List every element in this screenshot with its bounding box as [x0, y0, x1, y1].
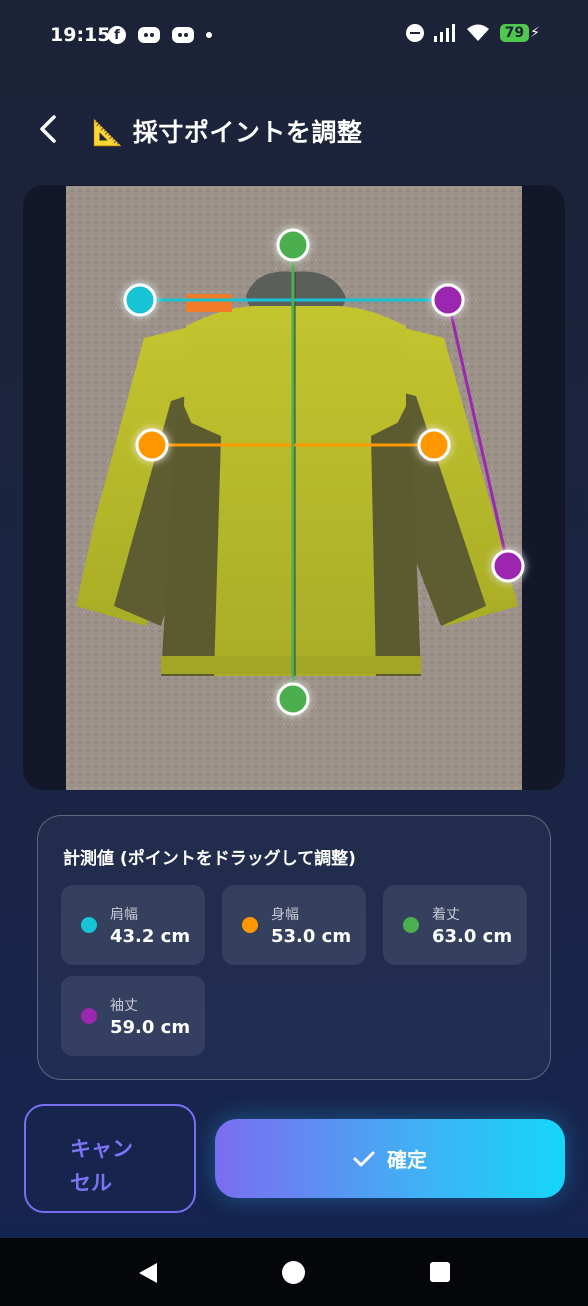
shoulder-left-handle[interactable] — [123, 283, 157, 317]
nav-back-button[interactable] — [136, 1261, 160, 1285]
length-color-dot — [403, 917, 419, 933]
confirm-button[interactable]: 確定 — [215, 1119, 565, 1198]
length-top-handle[interactable] — [276, 228, 310, 262]
measurements-card: 計測値 (ポイントをドラッグして調整) 肩幅 43.2 cm 身幅 53.0 c… — [37, 815, 551, 1080]
notification-icons: f — [108, 26, 212, 44]
measurement-label: 袖丈 — [110, 998, 138, 1014]
charging-icon: ⚡ — [530, 25, 540, 41]
sleeve-color-dot — [81, 1008, 97, 1024]
measurement-value: 63.0 cm — [432, 926, 513, 947]
chevron-left-icon — [40, 115, 56, 143]
measurement-value: 43.2 cm — [110, 926, 191, 947]
page-title: 📐 採寸ポイントを調整 — [92, 118, 363, 147]
more-notifications-icon — [206, 32, 212, 38]
body-width-color-dot — [242, 917, 258, 933]
chest-right-handle[interactable] — [417, 428, 451, 462]
status-time: 19:15 — [50, 24, 111, 46]
nav-recent-button[interactable] — [430, 1262, 450, 1282]
cancel-label: キャンセル — [70, 1137, 133, 1195]
confirm-label: 確定 — [387, 1148, 427, 1172]
chest-left-handle[interactable] — [135, 428, 169, 462]
status-bar: 19:15 f 79 ⚡ — [0, 0, 588, 72]
shoulder-color-dot — [81, 917, 97, 933]
measurement-shoulder: 肩幅 43.2 cm — [61, 885, 205, 965]
battery-level: 79 — [499, 24, 530, 42]
do-not-disturb-icon — [405, 24, 424, 42]
measurement-value: 59.0 cm — [110, 1017, 191, 1038]
length-bottom-handle[interactable] — [276, 682, 310, 716]
system-icons: 79 ⚡ — [405, 24, 540, 42]
measurement-label: 肩幅 — [110, 907, 138, 923]
measurement-label: 着丈 — [432, 907, 460, 923]
measurement-label: 身幅 — [271, 907, 299, 923]
back-button[interactable] — [32, 109, 68, 149]
sleeve-end-handle[interactable] — [491, 549, 525, 583]
wifi-icon — [466, 24, 489, 41]
measurement-body-width: 身幅 53.0 cm — [222, 885, 366, 965]
discord-icon — [138, 27, 160, 43]
facebook-icon: f — [108, 26, 126, 44]
cancel-button[interactable]: キャンセル — [24, 1104, 196, 1213]
signal-icon — [433, 24, 455, 42]
nav-home-button[interactable] — [282, 1261, 305, 1284]
measurements-title: 計測値 (ポイントをドラッグして調整) — [63, 849, 356, 869]
triangle-back-icon — [139, 1263, 157, 1283]
shoulder-right-handle[interactable] — [431, 283, 465, 317]
battery-indicator: 79 ⚡ — [499, 24, 540, 42]
measurement-sleeve: 袖丈 59.0 cm — [61, 976, 205, 1056]
header: 📐 採寸ポイントを調整 — [0, 105, 588, 155]
measurement-length: 着丈 63.0 cm — [383, 885, 527, 965]
measurement-value: 53.0 cm — [271, 926, 352, 947]
discord-icon — [172, 27, 194, 43]
check-icon — [353, 1151, 375, 1166]
